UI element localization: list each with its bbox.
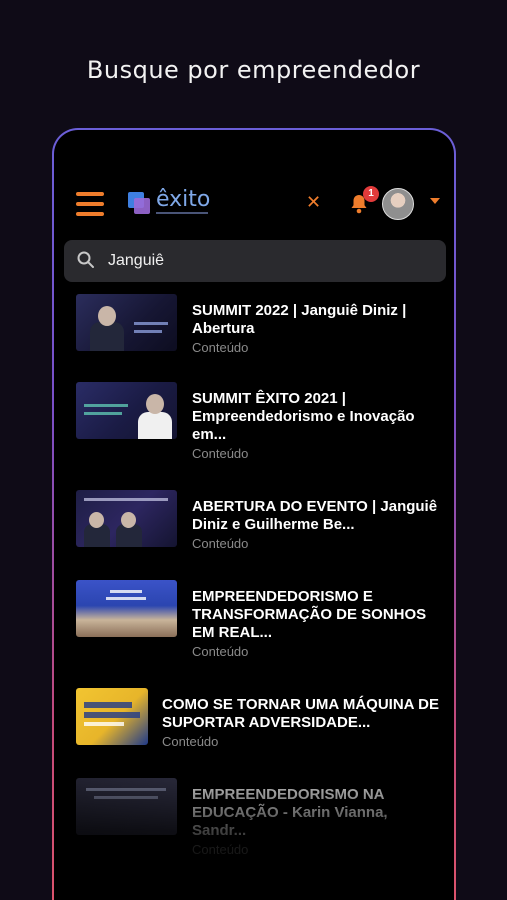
avatar[interactable] [382, 188, 414, 220]
result-type: Conteúdo [192, 842, 249, 857]
result-title: SUMMIT ÊXITO 2021 | Empreendedorismo e I… [192, 390, 415, 443]
close-icon[interactable]: ✕ [306, 192, 321, 213]
list-item[interactable]: COMO SE TORNAR UMA MÁQUINA DE SUPORTAR A… [54, 688, 454, 768]
list-item[interactable]: SUMMIT 2022 | Janguiê Diniz | Abertura C… [54, 294, 454, 374]
result-title: SUMMIT 2022 | Janguiê Diniz | Abertura [192, 302, 407, 337]
result-type: Conteúdo [192, 340, 249, 355]
list-item[interactable]: EMPREENDEDORISMO E TRANSFORMAÇÃO DE SONH… [54, 580, 454, 660]
content-thumbnail [76, 778, 177, 835]
logo-mark-icon [128, 192, 152, 216]
notification-badge: 1 [363, 186, 379, 202]
result-title: EMPREENDEDORISMO E TRANSFORMAÇÃO DE SONH… [192, 588, 427, 641]
result-title: EMPREENDEDORISMO NA EDUCAÇÃO - Karin Via… [192, 786, 388, 839]
logo-text: êxito [156, 187, 211, 212]
page-headline: Busque por empreendedor [86, 56, 421, 84]
phone-frame: êxito ✕ 1 Janguiê SUMMIT 2022 | Janguiê … [52, 128, 456, 900]
exito-logo[interactable]: êxito [128, 187, 218, 222]
content-thumbnail [76, 294, 177, 351]
result-type: Conteúdo [192, 536, 249, 551]
result-type: Conteúdo [192, 644, 249, 659]
logo-tagline [156, 212, 208, 214]
content-thumbnail [76, 688, 148, 745]
result-title: ABERTURA DO EVENTO | Janguiê Diniz e Gui… [192, 498, 438, 533]
content-thumbnail [76, 580, 177, 637]
result-title: COMO SE TORNAR UMA MÁQUINA DE SUPORTAR A… [162, 696, 439, 731]
menu-icon[interactable] [76, 192, 104, 218]
list-item[interactable]: SUMMIT ÊXITO 2021 | Empreendedorismo e I… [54, 382, 454, 462]
content-thumbnail [76, 490, 177, 547]
app-bar: êxito ✕ 1 [54, 186, 454, 226]
search-bar [64, 240, 446, 282]
app-screen: êxito ✕ 1 Janguiê SUMMIT 2022 | Janguiê … [54, 130, 454, 900]
list-item[interactable]: ABERTURA DO EVENTO | Janguiê Diniz e Gui… [54, 490, 454, 570]
list-item[interactable]: EMPREENDEDORISMO NA EDUCAÇÃO - Karin Via… [54, 778, 454, 858]
search-icon [77, 251, 94, 268]
result-type: Conteúdo [192, 446, 249, 461]
result-type: Conteúdo [162, 734, 219, 749]
chevron-down-icon[interactable] [430, 198, 440, 204]
search-input[interactable] [108, 240, 428, 282]
content-thumbnail [76, 382, 177, 439]
